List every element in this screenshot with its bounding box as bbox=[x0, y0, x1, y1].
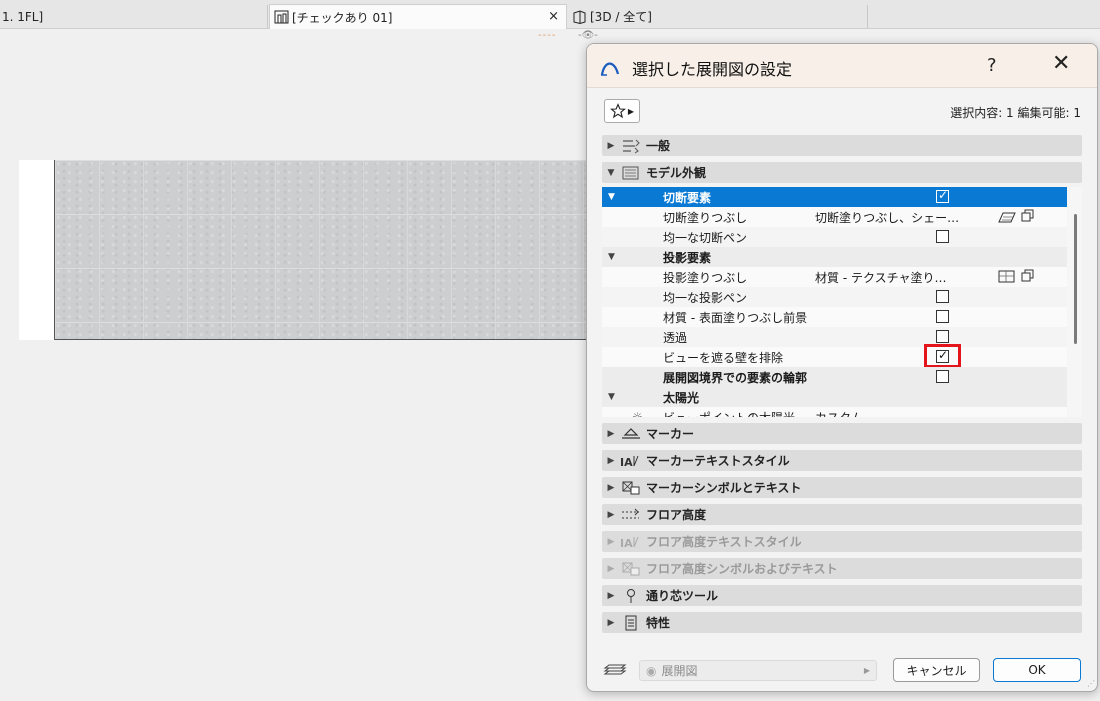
section-properties[interactable]: ▶ 特性 bbox=[602, 612, 1082, 633]
floor-level-icon bbox=[620, 507, 642, 523]
cut-fill-value[interactable]: 切断塗りつぶし、シェー… bbox=[815, 209, 959, 226]
marker-symbol-text-icon bbox=[620, 480, 642, 496]
tree-item-uniform-cut-pen[interactable]: 均一な切断ペン bbox=[602, 227, 1072, 247]
view-marker-strip: ---- bbox=[538, 30, 557, 41]
model-appearance-icon bbox=[620, 165, 642, 181]
tree-scrollbar[interactable] bbox=[1067, 187, 1082, 417]
expand-arrow-icon: ▶ bbox=[607, 563, 615, 574]
tree-item-transparency[interactable]: 透過 bbox=[602, 327, 1072, 347]
section-model-appearance[interactable]: ▼ モデル外観 bbox=[602, 162, 1082, 183]
fill-pattern-icon[interactable] bbox=[997, 209, 1017, 224]
expand-arrow-icon: ▶ bbox=[607, 509, 615, 520]
section-floor-level[interactable]: ▶ フロア高度 bbox=[602, 504, 1082, 525]
chevron-right-icon: ▶ bbox=[627, 106, 635, 116]
duplicate-icon[interactable] bbox=[1021, 269, 1035, 283]
marker-text-style-icon: IA bbox=[620, 453, 642, 469]
expand-arrow-icon: ▶ bbox=[607, 536, 615, 547]
tree-item-cut-fill[interactable]: 切断塗りつぶし 切断塗りつぶし、シェー… bbox=[602, 207, 1072, 227]
close-icon[interactable]: × bbox=[548, 9, 559, 24]
section-marker-text-style[interactable]: ▶ IA マーカーテキストスタイル bbox=[602, 450, 1082, 471]
floor-level-symbol-text-icon bbox=[620, 561, 642, 577]
resize-grip-icon[interactable]: ⋰ bbox=[1087, 679, 1095, 688]
tab-label: [チェックあり 01] bbox=[292, 10, 393, 25]
tab-bar: 1. 1FL] [チェックあり 01] × [3D / 全て] bbox=[0, 0, 1100, 29]
tree-group-boundary-contours[interactable]: 展開図境界での要素の輪郭 bbox=[602, 367, 1072, 387]
tab-3d[interactable]: [3D / 全て] bbox=[568, 5, 868, 28]
tree-item-viewpoint-sun[interactable]: ☼ ビューポイントの太陽光 カスタム bbox=[602, 407, 1072, 417]
section-grid-tool[interactable]: ▶ 通り芯ツール bbox=[602, 585, 1082, 606]
projected-fill-value[interactable]: 材質 - テクスチャ塗り… bbox=[815, 269, 946, 286]
grid-tool-icon bbox=[620, 588, 642, 604]
boundary-contours-checkbox[interactable] bbox=[936, 370, 949, 383]
uniform-cut-pen-checkbox[interactable] bbox=[936, 230, 949, 243]
exclude-obstructing-walls-checkbox[interactable] bbox=[936, 348, 949, 363]
dialog-title: 選択した展開図の設定 bbox=[632, 60, 793, 79]
help-button[interactable]: ? bbox=[987, 55, 997, 76]
general-settings-icon bbox=[620, 138, 642, 154]
collapse-arrow-icon[interactable]: ▼ bbox=[608, 252, 615, 262]
view-type-select[interactable]: ◉ 展開図 ▶ bbox=[639, 660, 877, 681]
section-floor-level-text-style[interactable]: ▶ IA フロア高度テキストスタイル bbox=[602, 531, 1082, 552]
marker-icon bbox=[620, 426, 642, 442]
expand-arrow-icon: ▶ bbox=[607, 428, 615, 439]
viewpoint-sun-value[interactable]: カスタム bbox=[815, 409, 863, 418]
expand-arrow-icon: ▶ bbox=[607, 140, 615, 151]
star-icon bbox=[609, 103, 626, 119]
duplicate-icon[interactable] bbox=[1021, 209, 1035, 223]
expand-arrow-icon: ▶ bbox=[607, 482, 615, 493]
cut-elements-checkbox[interactable] bbox=[936, 188, 949, 203]
floor-level-text-style-icon: IA bbox=[620, 534, 642, 550]
tree-group-projected-elements[interactable]: ▼ 投影要素 bbox=[602, 247, 1072, 267]
expand-arrow-icon: ▶ bbox=[607, 455, 615, 466]
tree-item-projected-fill[interactable]: 投影塗りつぶし 材質 - テクスチャ塗り… bbox=[602, 267, 1072, 287]
collapse-arrow-icon: ▼ bbox=[607, 167, 615, 178]
favorites-button[interactable]: ▶ bbox=[604, 99, 640, 123]
section-floor-level-symbol-text[interactable]: ▶ フロア高度シンボルおよびテキスト bbox=[602, 558, 1082, 579]
scrollbar-thumb[interactable] bbox=[1074, 214, 1077, 344]
tab-label: 1. 1FL] bbox=[2, 9, 44, 24]
collapse-arrow-icon[interactable]: ▼ bbox=[608, 192, 615, 202]
ok-button[interactable]: OK bbox=[993, 658, 1081, 682]
section-label: 一般 bbox=[646, 139, 671, 153]
surface-fill-foreground-checkbox[interactable] bbox=[936, 310, 949, 323]
tab-label: [3D / 全て] bbox=[590, 10, 652, 24]
eye-icon[interactable]: -👁- bbox=[578, 30, 598, 41]
sun-icon: ☼ bbox=[632, 410, 643, 417]
material-fill-icon[interactable] bbox=[997, 269, 1017, 284]
section-marker[interactable]: ▶ マーカー bbox=[602, 423, 1082, 444]
section-label: モデル外観 bbox=[646, 166, 707, 180]
tree-item-exclude-obstructing-walls[interactable]: ビューを遮る壁を排除 bbox=[602, 344, 1072, 368]
canvas-margin bbox=[19, 160, 55, 340]
selection-info: 選択内容: 1 編集可能: 1 bbox=[950, 106, 1081, 120]
close-button[interactable]: ✕ bbox=[1052, 53, 1070, 75]
chevron-right-icon: ▶ bbox=[863, 666, 870, 675]
elevation-view-icon bbox=[274, 10, 289, 24]
svg-text:IA: IA bbox=[620, 456, 633, 469]
dialog-title-bar[interactable]: 選択した展開図の設定 ? ✕ bbox=[587, 44, 1097, 88]
cancel-button[interactable]: キャンセル bbox=[893, 658, 980, 682]
elevation-tool-icon bbox=[600, 62, 620, 76]
eye-icon: ◉ bbox=[646, 663, 657, 678]
tree-group-sun[interactable]: ▼ 太陽光 bbox=[602, 387, 1072, 407]
uniform-projected-pen-checkbox[interactable] bbox=[936, 290, 949, 303]
section-general[interactable]: ▶ 一般 bbox=[602, 135, 1082, 156]
tab-elevation[interactable]: [チェックあり 01] × bbox=[269, 4, 567, 29]
properties-icon bbox=[620, 615, 642, 631]
layer-stack-icon bbox=[603, 664, 627, 675]
expand-arrow-icon: ▶ bbox=[607, 590, 615, 601]
elevation-wall-drawing[interactable] bbox=[54, 160, 588, 340]
3d-view-icon bbox=[573, 9, 586, 24]
tab-floor-plan[interactable]: 1. 1FL] bbox=[0, 5, 268, 28]
tree-group-cut-elements[interactable]: ▼ 切断要素 bbox=[602, 187, 1072, 207]
section-marker-symbol-text[interactable]: ▶ マーカーシンボルとテキスト bbox=[602, 477, 1082, 498]
expand-arrow-icon: ▶ bbox=[607, 617, 615, 628]
tree-item-surface-fill-foreground[interactable]: 材質 - 表面塗りつぶし前景 bbox=[602, 307, 1072, 327]
svg-text:IA: IA bbox=[620, 537, 633, 550]
transparency-checkbox[interactable] bbox=[936, 330, 949, 343]
tree-item-uniform-projected-pen[interactable]: 均一な投影ペン bbox=[602, 287, 1072, 307]
collapse-arrow-icon[interactable]: ▼ bbox=[608, 392, 615, 402]
elevation-settings-dialog: 選択した展開図の設定 ? ✕ ▶ 選択内容: 1 編集可能: 1 ▶ 一般 ▼ … bbox=[586, 43, 1098, 692]
model-appearance-tree: ▼ 切断要素 切断塗りつぶし 切断塗りつぶし、シェー… 均一な切断ペン ▼ 投影… bbox=[602, 187, 1082, 417]
